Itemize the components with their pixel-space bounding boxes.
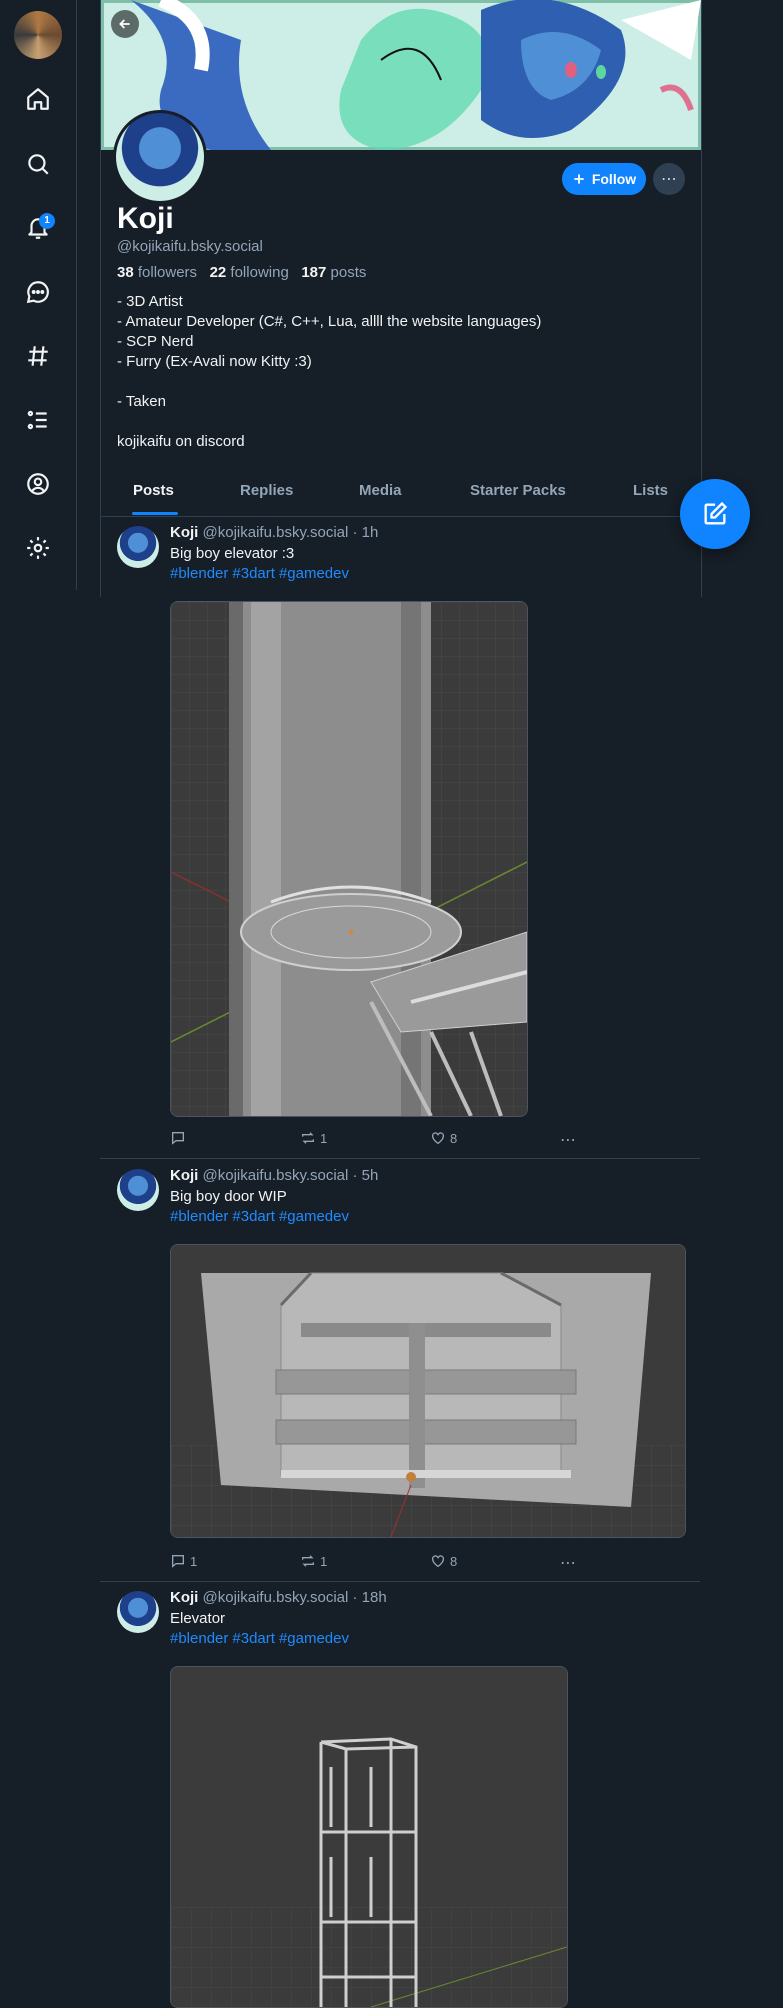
post-header: Koji @kojikaifu.bsky.social · 1h [170, 524, 378, 541]
post-tags: #blender #3dart #gamedev [170, 1208, 353, 1225]
post-author[interactable]: Koji [170, 524, 198, 541]
hashtag-link[interactable]: #3dart [232, 1630, 275, 1647]
heart-icon [432, 1132, 444, 1145]
repost-count: 1 [320, 1553, 328, 1569]
back-arrow-icon[interactable] [111, 10, 139, 38]
repost-button[interactable]: 1 [300, 1130, 327, 1146]
post-meta: @kojikaifu.bsky.social · 5h [202, 1167, 379, 1184]
repost-icon [302, 1555, 314, 1567]
tab-replies[interactable]: Replies [240, 482, 293, 499]
repost-icon [302, 1132, 314, 1144]
reply-button[interactable]: 1 [170, 1553, 197, 1569]
profile-icon[interactable] [18, 464, 58, 504]
profile-stats: 38 followers 22 following 187 posts [117, 264, 366, 281]
post-avatar[interactable] [117, 526, 159, 568]
post-item[interactable]: Koji @kojikaifu.bsky.social · 5h Big boy… [100, 1159, 700, 1582]
hashtag-link[interactable]: #gamedev [279, 1630, 349, 1647]
profile-avatar[interactable] [113, 110, 207, 204]
ellipsis-icon: ⋯ [560, 1132, 576, 1149]
post-author[interactable]: Koji [170, 1167, 198, 1184]
like-count: 8 [450, 1130, 458, 1146]
posts-count: 187 posts [301, 264, 367, 281]
heart-icon [432, 1555, 444, 1568]
post-text: Elevator [170, 1610, 226, 1627]
post-avatar[interactable] [117, 1169, 159, 1211]
post-tags: #blender #3dart #gamedev [170, 565, 353, 582]
post-text: Big boy elevator :3 [170, 545, 295, 562]
profile-tabs: Posts Replies Media Starter Packs Lists [101, 474, 701, 517]
left-nav: 1 [0, 0, 77, 590]
hashtag-link[interactable]: #3dart [232, 565, 275, 582]
post-item[interactable]: Koji @kojikaifu.bsky.social · 18h Elevat… [100, 1581, 700, 2008]
reply-button[interactable] [170, 1130, 190, 1146]
plus-icon [574, 174, 584, 184]
ellipsis-icon: ⋯ [661, 171, 677, 188]
following-link[interactable]: 22 following [210, 264, 289, 281]
tab-posts[interactable]: Posts [133, 482, 174, 499]
tab-lists[interactable]: Lists [633, 482, 668, 499]
post-text: Big boy door WIP [170, 1188, 287, 1205]
hashtag-icon[interactable] [18, 336, 58, 376]
reply-count: 1 [190, 1553, 198, 1569]
like-count: 8 [450, 1553, 458, 1569]
reply-icon [172, 1132, 184, 1145]
follow-label: Follow [591, 171, 637, 187]
profile-name: Koji [117, 202, 174, 235]
home-icon[interactable] [18, 79, 58, 119]
hashtag-link[interactable]: #3dart [232, 1208, 275, 1225]
profile-handle: @kojikaifu.bsky.social [117, 238, 263, 255]
post-tags: #blender #3dart #gamedev [170, 1630, 353, 1647]
reply-icon [172, 1555, 184, 1568]
post-header: Koji @kojikaifu.bsky.social · 18h [170, 1589, 387, 1606]
post-author[interactable]: Koji [170, 1589, 198, 1606]
lists-icon[interactable] [18, 400, 58, 440]
repost-count: 1 [320, 1130, 328, 1146]
post-image[interactable] [170, 601, 528, 1117]
compose-icon [704, 501, 728, 525]
profile-bio: - 3D Artist - Amateur Developer (C#, C++… [117, 293, 542, 450]
follow-button[interactable]: Follow [562, 163, 646, 195]
post-image[interactable] [170, 1244, 686, 1538]
tab-starter-packs[interactable]: Starter Packs [470, 482, 566, 499]
like-button[interactable]: 8 [430, 1553, 457, 1569]
more-options-button[interactable]: ⋯ [653, 163, 685, 195]
hashtag-link[interactable]: #blender [170, 1630, 228, 1647]
hashtag-link[interactable]: #gamedev [279, 1208, 349, 1225]
post-image[interactable] [170, 1666, 568, 2008]
like-button[interactable]: 8 [430, 1130, 457, 1146]
post-menu-button[interactable]: ⋯ [560, 1130, 576, 1150]
post-avatar[interactable] [117, 1591, 159, 1633]
tab-media[interactable]: Media [359, 482, 402, 499]
hashtag-link[interactable]: #blender [170, 565, 228, 582]
post-header: Koji @kojikaifu.bsky.social · 5h [170, 1167, 378, 1184]
user-avatar[interactable] [14, 11, 62, 59]
search-icon[interactable] [18, 144, 58, 184]
post-actions: 1 1 8 ⋯ [170, 1553, 590, 1573]
repost-button[interactable]: 1 [300, 1553, 327, 1569]
followers-link[interactable]: 38 followers [117, 264, 197, 281]
chat-icon[interactable] [18, 272, 58, 312]
hashtag-link[interactable]: #blender [170, 1208, 228, 1225]
settings-gear-icon[interactable] [18, 528, 58, 568]
post-item[interactable]: Koji @kojikaifu.bsky.social · 1h Big boy… [100, 516, 700, 1159]
notifications-bell-icon[interactable]: 1 [18, 208, 58, 248]
post-meta: @kojikaifu.bsky.social · 1h [202, 524, 379, 541]
profile-column: Follow ⋯ Koji @kojikaifu.bsky.social 38 … [100, 0, 702, 597]
notification-badge: 1 [39, 213, 55, 229]
post-menu-button[interactable]: ⋯ [560, 1553, 576, 1573]
ellipsis-icon: ⋯ [560, 1555, 576, 1572]
hashtag-link[interactable]: #gamedev [279, 565, 349, 582]
post-actions: 1 8 ⋯ [170, 1130, 590, 1150]
post-meta: @kojikaifu.bsky.social · 18h [202, 1589, 387, 1606]
active-tab-indicator [132, 512, 178, 515]
